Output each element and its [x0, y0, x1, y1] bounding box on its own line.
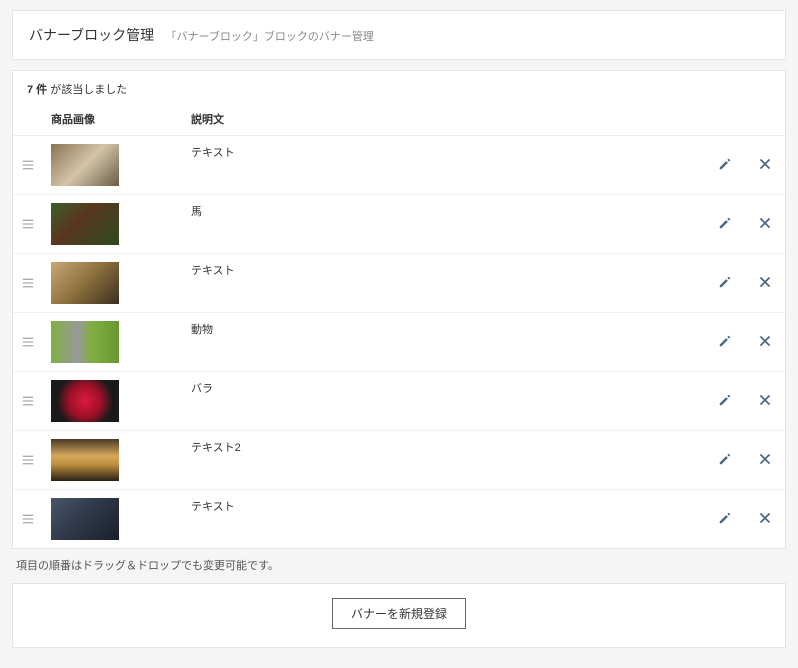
- delete-button[interactable]: [755, 155, 775, 175]
- page-title: バナーブロック管理: [29, 27, 154, 43]
- register-card: バナーを新規登録: [12, 583, 786, 648]
- edit-button[interactable]: [715, 155, 735, 175]
- count-text: が該当しました: [47, 84, 127, 96]
- table-row: テキスト: [13, 254, 785, 313]
- drag-handle-icon[interactable]: [21, 335, 35, 349]
- banner-thumbnail: [51, 262, 119, 304]
- banner-table: 商品画像 説明文 テキスト馬テキスト動物バラテキスト2テキスト: [13, 105, 785, 548]
- drag-drop-note: 項目の順番はドラッグ＆ドロップでも変更可能です。: [16, 557, 782, 573]
- banner-thumbnail: [51, 380, 119, 422]
- pencil-icon: [718, 393, 732, 410]
- table-row: テキスト: [13, 136, 785, 195]
- pencil-icon: [718, 275, 732, 292]
- col-handle: [13, 105, 43, 136]
- table-row: テキスト: [13, 490, 785, 549]
- drag-handle-icon[interactable]: [21, 394, 35, 408]
- edit-button[interactable]: [715, 214, 735, 234]
- drag-handle-icon[interactable]: [21, 276, 35, 290]
- col-image-header: 商品画像: [43, 105, 183, 136]
- delete-button[interactable]: [755, 450, 775, 470]
- count-number: 7 件: [27, 84, 47, 96]
- close-icon: [758, 157, 772, 174]
- banner-description: テキスト: [191, 265, 235, 277]
- close-icon: [758, 216, 772, 233]
- table-row: テキスト2: [13, 431, 785, 490]
- banner-description: 動物: [191, 324, 213, 336]
- page-header: バナーブロック管理 「バナーブロック」ブロックのバナー管理: [12, 10, 786, 60]
- banner-description: バラ: [191, 383, 213, 395]
- banner-thumbnail: [51, 498, 119, 540]
- result-count: 7 件 が該当しました: [13, 71, 785, 105]
- banner-thumbnail: [51, 439, 119, 481]
- banner-description: 馬: [191, 206, 202, 218]
- delete-button[interactable]: [755, 509, 775, 529]
- table-row: 馬: [13, 195, 785, 254]
- banner-thumbnail: [51, 144, 119, 186]
- banner-description: テキスト: [191, 501, 235, 513]
- register-banner-button[interactable]: バナーを新規登録: [332, 598, 466, 629]
- edit-button[interactable]: [715, 509, 735, 529]
- banner-thumbnail: [51, 321, 119, 363]
- delete-button[interactable]: [755, 391, 775, 411]
- pencil-icon: [718, 452, 732, 469]
- pencil-icon: [718, 334, 732, 351]
- pencil-icon: [718, 157, 732, 174]
- close-icon: [758, 334, 772, 351]
- col-desc-header: 説明文: [183, 105, 705, 136]
- delete-button[interactable]: [755, 273, 775, 293]
- close-icon: [758, 511, 772, 528]
- banner-description: テキスト: [191, 147, 235, 159]
- banner-description: テキスト2: [191, 442, 241, 454]
- pencil-icon: [718, 216, 732, 233]
- table-row: バラ: [13, 372, 785, 431]
- drag-handle-icon[interactable]: [21, 453, 35, 467]
- page-subtitle: 「バナーブロック」ブロックのバナー管理: [166, 31, 374, 43]
- close-icon: [758, 452, 772, 469]
- banner-list-card: 7 件 が該当しました 商品画像 説明文 テキスト馬テキスト動物バラテキスト2テ…: [12, 70, 786, 549]
- edit-button[interactable]: [715, 273, 735, 293]
- col-edit: [705, 105, 745, 136]
- drag-handle-icon[interactable]: [21, 217, 35, 231]
- edit-button[interactable]: [715, 391, 735, 411]
- pencil-icon: [718, 511, 732, 528]
- edit-button[interactable]: [715, 450, 735, 470]
- table-row: 動物: [13, 313, 785, 372]
- delete-button[interactable]: [755, 214, 775, 234]
- drag-handle-icon[interactable]: [21, 158, 35, 172]
- col-delete: [745, 105, 785, 136]
- banner-thumbnail: [51, 203, 119, 245]
- drag-handle-icon[interactable]: [21, 512, 35, 526]
- close-icon: [758, 393, 772, 410]
- close-icon: [758, 275, 772, 292]
- edit-button[interactable]: [715, 332, 735, 352]
- delete-button[interactable]: [755, 332, 775, 352]
